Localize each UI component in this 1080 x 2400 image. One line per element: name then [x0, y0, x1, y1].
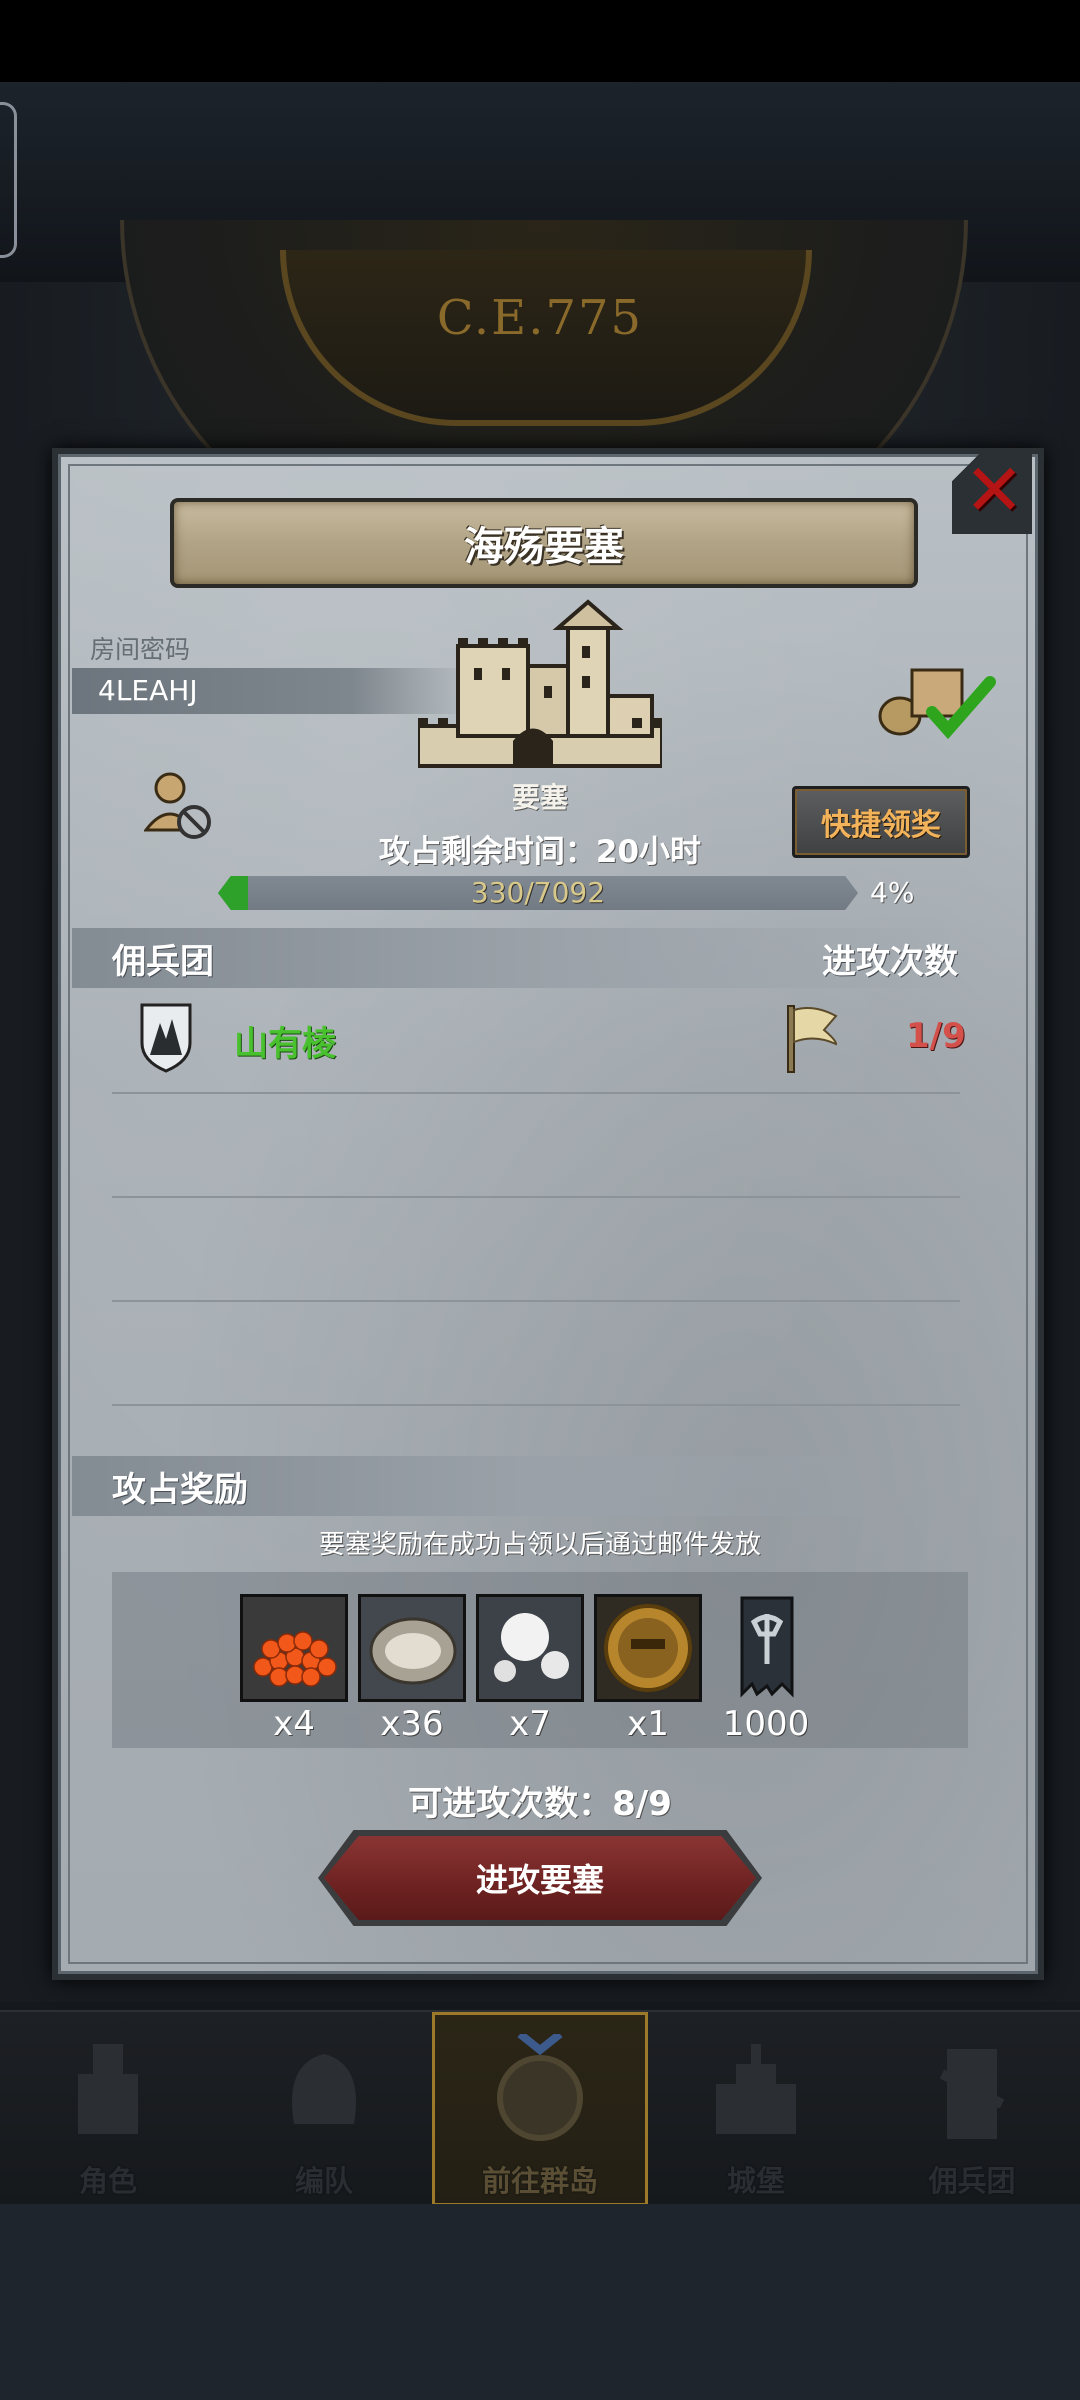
reward-qty: x7 — [509, 1704, 551, 1744]
castle-icon — [716, 2044, 796, 2134]
supply-claimed-icon[interactable] — [874, 660, 998, 740]
reward-qty: x4 — [273, 1704, 315, 1744]
mercenary-icon — [939, 2049, 1005, 2139]
flag-icon — [787, 1005, 838, 1073]
banner-icon — [740, 1596, 794, 1698]
progress-text: 330/7092 — [470, 876, 606, 909]
nav-label: 角色 — [78, 2164, 137, 2198]
reward-qty: 1000 — [722, 1704, 810, 1744]
reward-item-banner[interactable] — [712, 1594, 820, 1702]
nav-label: 佣兵团 — [928, 2164, 1016, 2198]
list-divider — [112, 1300, 960, 1302]
close-icon: ✕ — [964, 448, 1025, 532]
nav-item-islands[interactable]: 前往群岛 — [432, 2012, 648, 2206]
era-label: C.E.775 — [436, 290, 644, 346]
bottom-nav: 角色 编队 前往群岛 城堡 佣兵团 — [0, 2010, 1080, 2206]
nav-item-castle[interactable]: 城堡 — [648, 2012, 864, 2206]
attempts-remaining: 可进攻次数：8/9 — [408, 1784, 672, 1824]
reward-item-roe[interactable] — [240, 1594, 348, 1702]
nav-item-mercenary[interactable]: 佣兵团 — [864, 2012, 1080, 2206]
status-bar — [0, 0, 1080, 82]
close-button[interactable]: ✕ — [952, 448, 1032, 534]
progress-percent: 4% — [870, 876, 915, 909]
knight-icon — [78, 2044, 138, 2134]
list-divider — [112, 1404, 960, 1406]
room-code[interactable]: 4LEAHJ — [98, 674, 198, 707]
roe-icon — [243, 1597, 345, 1699]
attack-button-label: 进攻要塞 — [475, 1861, 604, 1899]
fortress-label: 要塞 — [511, 781, 568, 814]
globe-icon — [497, 2034, 583, 2141]
nav-label: 城堡 — [726, 2164, 785, 2198]
mercenary-header: 佣兵团 — [112, 942, 214, 982]
reward-item-oyster[interactable] — [358, 1594, 466, 1702]
system-nav-area — [0, 2204, 1080, 2400]
reward-qty: x36 — [380, 1704, 444, 1744]
nav-label: 前往群岛 — [481, 2164, 598, 2198]
oyster-icon — [361, 1597, 463, 1699]
list-divider — [112, 1196, 960, 1198]
remaining-time: 攻占剩余时间：20小时 — [378, 834, 702, 870]
attack-fortress-button[interactable]: 进攻要塞 — [324, 1836, 756, 1920]
mercenary-attack-count: 1/9 — [906, 1016, 966, 1056]
mercenary-name[interactable]: 山有棱 — [234, 1016, 336, 1065]
reward-header: 攻占奖励 — [112, 1470, 248, 1510]
dialog-title: 海殇要塞 — [464, 524, 624, 570]
reward-note: 要塞奖励在成功占领以后通过邮件发放 — [318, 1530, 761, 1560]
side-tab-handle[interactable] — [0, 102, 17, 258]
fortress-icon — [418, 599, 662, 768]
nav-item-role[interactable]: 角色 — [0, 2012, 216, 2206]
knight-medal-icon — [597, 1597, 699, 1699]
pearl-icon — [479, 1597, 581, 1699]
nav-item-formation[interactable]: 编队 — [216, 2012, 432, 2206]
room-password-label: 房间密码 — [90, 635, 191, 664]
reward-item-pearl[interactable] — [476, 1594, 584, 1702]
reward-item-medal[interactable] — [594, 1594, 702, 1702]
attack-count-header: 进攻次数 — [822, 942, 958, 982]
list-divider — [112, 1092, 960, 1094]
mercenary-shield-icon — [140, 1003, 192, 1073]
reward-qty: x1 — [627, 1704, 669, 1744]
helmet-icon — [292, 2054, 356, 2124]
nav-label: 编队 — [294, 2164, 353, 2198]
title-banner: 海殇要塞 — [170, 498, 918, 588]
